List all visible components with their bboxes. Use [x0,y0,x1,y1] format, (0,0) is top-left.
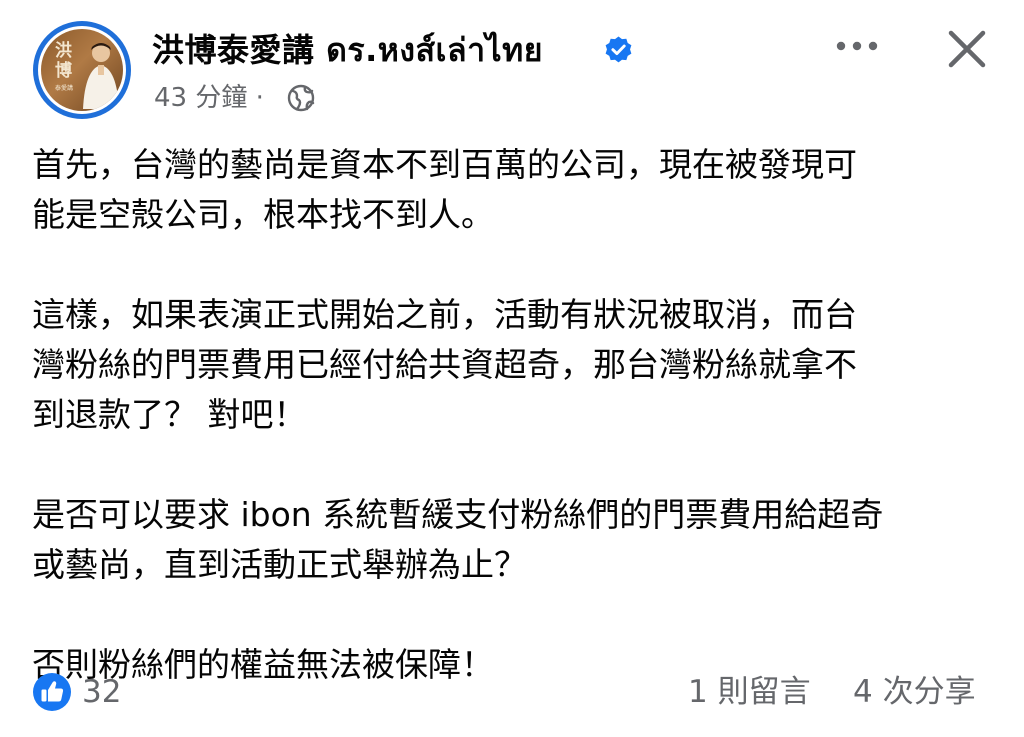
like-count[interactable]: 32 [82,672,121,712]
globe-icon [287,84,315,112]
avatar-subtext: 泰愛講 [54,85,73,92]
post-text: 首先，台灣的藝尚是資本不到百萬的公司，現在被發現可 能是空殼公司，根本找不到人。… [32,140,1002,690]
verified-badge-icon [605,36,632,63]
close-icon[interactable] [944,26,990,72]
post-header: 洪 博 泰愛講 洪博泰愛講 ดร.หงส์เล่าไทย 43 分鐘 · [0,0,1024,130]
comments-count-link[interactable]: 1 則留言 [688,672,811,712]
post-paragraph: 是否可以要求 ibon 系統暫緩支付粉絲們的門票費用給超奇 或藝尚，直到活動正式… [32,495,884,584]
shares-count-link[interactable]: 4 次分享 [853,672,976,712]
post-paragraph: 首先，台灣的藝尚是資本不到百萬的公司，現在被發現可 能是空殼公司，根本找不到人。 [32,145,857,234]
page-avatar[interactable]: 洪 博 泰愛講 [33,21,131,119]
more-options-icon[interactable] [830,28,884,64]
avatar-photo: 洪 博 泰愛講 [41,29,123,111]
page-name[interactable]: 洪博泰愛講 ดร.หงส์เล่าไทย [152,30,543,70]
post-footer: 32 1 則留言 4 次分享 [0,660,1024,720]
avatar-person-figure [83,43,119,109]
post-timestamp[interactable]: 43 分鐘 · [154,82,264,114]
like-reaction-icon[interactable] [32,672,72,712]
post-paragraph: 這樣，如果表演正式開始之前，活動有狀況被取消，而台 灣粉絲的門票費用已經付給共資… [32,295,857,434]
avatar-text-1: 洪 [55,41,72,61]
avatar-ring: 洪 博 泰愛講 [38,26,126,114]
avatar-text-2: 博 [55,61,72,81]
